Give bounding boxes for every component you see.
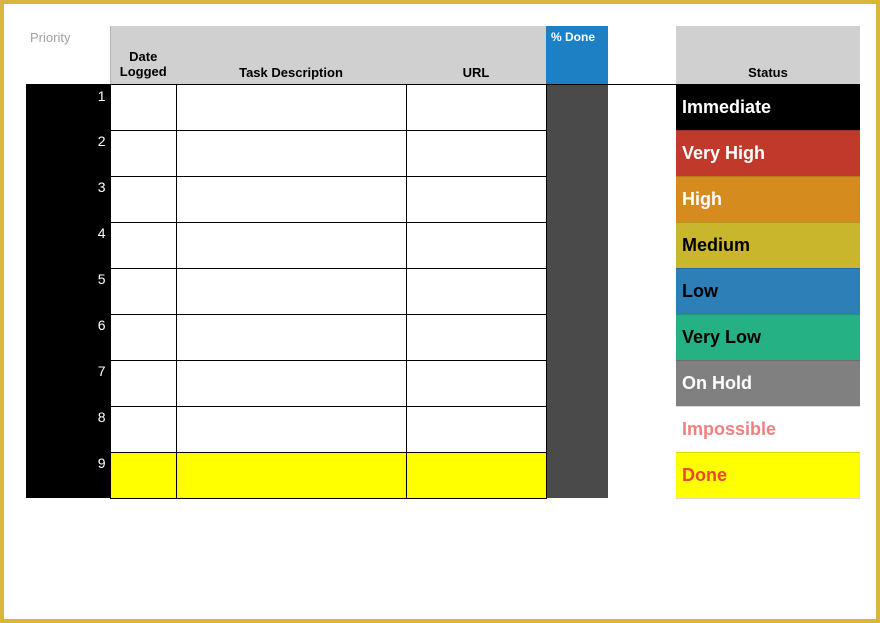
url-cell[interactable]: [406, 84, 546, 130]
url-cell[interactable]: [406, 406, 546, 452]
url-cell[interactable]: [406, 314, 546, 360]
status-cell[interactable]: High: [676, 176, 860, 222]
spacer-cell: [608, 360, 676, 406]
percent-done-cell[interactable]: [546, 268, 608, 314]
url-cell[interactable]: [406, 268, 546, 314]
header-status: Status: [676, 26, 860, 84]
task-table: Priority Date Logged Task Description UR…: [26, 26, 860, 499]
percent-done-cell[interactable]: [546, 84, 608, 130]
task-priority-sheet: Priority Date Logged Task Description UR…: [26, 26, 854, 499]
task-description-cell[interactable]: [176, 360, 406, 406]
priority-number-cell: 3: [26, 176, 110, 222]
spacer-cell: [608, 130, 676, 176]
table-row: 3 High: [26, 176, 860, 222]
status-cell[interactable]: Impossible: [676, 406, 860, 452]
date-logged-cell[interactable]: [110, 360, 176, 406]
table-row: 2 Very High: [26, 130, 860, 176]
url-cell[interactable]: [406, 130, 546, 176]
status-cell[interactable]: Done: [676, 452, 860, 498]
task-description-cell[interactable]: [176, 176, 406, 222]
table-row: 7 On Hold: [26, 360, 860, 406]
url-cell[interactable]: [406, 452, 546, 498]
date-logged-cell[interactable]: [110, 176, 176, 222]
status-cell[interactable]: Very High: [676, 130, 860, 176]
percent-done-cell[interactable]: [546, 360, 608, 406]
header-task-description: Task Description: [176, 26, 406, 84]
date-logged-cell[interactable]: [110, 130, 176, 176]
table-row: 5 Low: [26, 268, 860, 314]
spacer-cell: [608, 84, 676, 130]
percent-done-cell[interactable]: [546, 130, 608, 176]
header-url: URL: [406, 26, 546, 84]
spacer-cell: [608, 406, 676, 452]
task-description-cell[interactable]: [176, 222, 406, 268]
priority-number-cell: 4: [26, 222, 110, 268]
priority-number-cell: 6: [26, 314, 110, 360]
date-logged-cell[interactable]: [110, 314, 176, 360]
status-cell[interactable]: Immediate: [676, 84, 860, 130]
task-description-cell[interactable]: [176, 406, 406, 452]
header-row: Priority Date Logged Task Description UR…: [26, 26, 860, 84]
table-row: 4 Medium: [26, 222, 860, 268]
spacer-cell: [608, 222, 676, 268]
header-date-logged: Date Logged: [110, 26, 176, 84]
table-row: 8 Impossible: [26, 406, 860, 452]
url-cell[interactable]: [406, 176, 546, 222]
task-description-cell[interactable]: [176, 314, 406, 360]
header-percent-done: % Done: [546, 26, 608, 84]
status-cell[interactable]: Medium: [676, 222, 860, 268]
url-cell[interactable]: [406, 222, 546, 268]
spacer-cell: [608, 452, 676, 498]
status-cell[interactable]: Very Low: [676, 314, 860, 360]
spacer-cell: [608, 268, 676, 314]
spacer-cell: [608, 314, 676, 360]
percent-done-cell[interactable]: [546, 176, 608, 222]
priority-number-cell: 2: [26, 130, 110, 176]
page-frame: Priority Date Logged Task Description UR…: [0, 0, 880, 623]
table-row: 6 Very Low: [26, 314, 860, 360]
header-priority: Priority: [26, 26, 110, 84]
url-cell[interactable]: [406, 360, 546, 406]
task-description-cell[interactable]: [176, 268, 406, 314]
status-cell[interactable]: On Hold: [676, 360, 860, 406]
priority-number-cell: 1: [26, 84, 110, 130]
percent-done-cell[interactable]: [546, 314, 608, 360]
status-cell[interactable]: Low: [676, 268, 860, 314]
percent-done-cell[interactable]: [546, 222, 608, 268]
date-logged-cell[interactable]: [110, 452, 176, 498]
task-description-cell[interactable]: [176, 452, 406, 498]
percent-done-cell[interactable]: [546, 406, 608, 452]
task-description-cell[interactable]: [176, 130, 406, 176]
priority-number-cell: 7: [26, 360, 110, 406]
date-logged-cell[interactable]: [110, 222, 176, 268]
priority-number-cell: 5: [26, 268, 110, 314]
header-spacer: [608, 26, 676, 84]
priority-number-cell: 9: [26, 452, 110, 498]
priority-number-cell: 8: [26, 406, 110, 452]
task-description-cell[interactable]: [176, 84, 406, 130]
date-logged-cell[interactable]: [110, 406, 176, 452]
table-row: 1 Immediate: [26, 84, 860, 130]
table-row: 9 Done: [26, 452, 860, 498]
spacer-cell: [608, 176, 676, 222]
date-logged-cell[interactable]: [110, 268, 176, 314]
date-logged-cell[interactable]: [110, 84, 176, 130]
percent-done-cell[interactable]: [546, 452, 608, 498]
